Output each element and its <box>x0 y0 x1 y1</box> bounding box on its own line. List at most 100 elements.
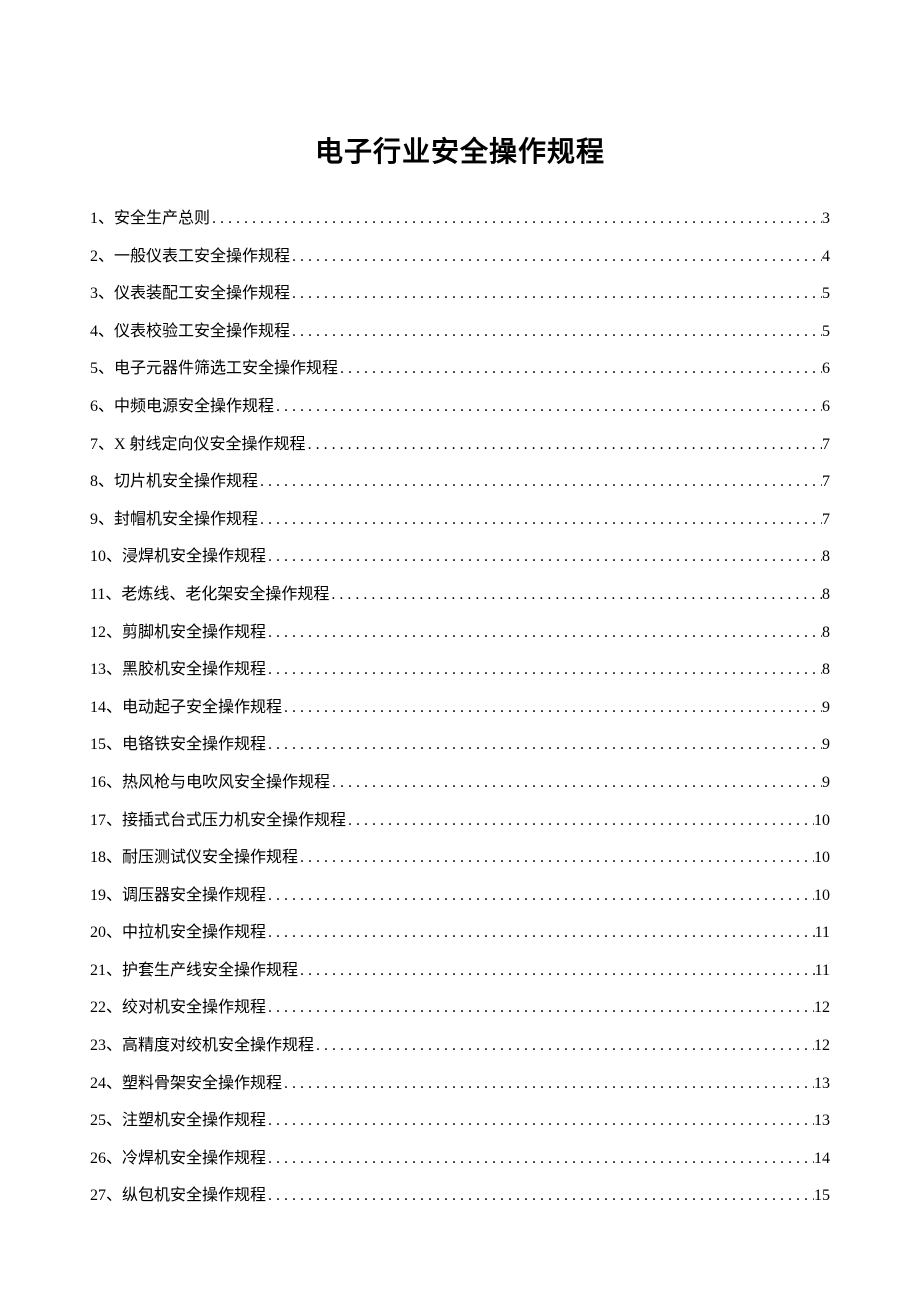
toc-entry-label: 21、护套生产线安全操作规程 <box>90 952 298 990</box>
toc-entry[interactable]: 9、封帽机安全操作规程 7 <box>90 501 830 539</box>
toc-entry-page: 10 <box>814 839 830 877</box>
toc-entry-page: 8 <box>822 538 830 576</box>
toc-leader-dots <box>266 989 814 1027</box>
toc-entry-label: 15、电铬铁安全操作规程 <box>90 726 266 764</box>
toc-entry-page: 12 <box>814 989 830 1027</box>
toc-entry-label: 27、纵包机安全操作规程 <box>90 1177 266 1215</box>
toc-entry-label: 19、调压器安全操作规程 <box>90 877 266 915</box>
toc-entry[interactable]: 23、高精度对绞机安全操作规程12 <box>90 1027 830 1065</box>
toc-entry-page: 9 <box>822 764 830 802</box>
toc-entry-label: 7、X 射线定向仪安全操作规程 <box>90 426 306 464</box>
toc-leader-dots <box>338 350 822 388</box>
toc-entry[interactable]: 16、热风枪与电吹风安全操作规程 9 <box>90 764 830 802</box>
toc-entry[interactable]: 25、注塑机安全操作规程13 <box>90 1102 830 1140</box>
toc-leader-dots <box>266 726 822 764</box>
toc-leader-dots <box>210 200 822 238</box>
toc-entry[interactable]: 15、电铬铁安全操作规程 9 <box>90 726 830 764</box>
toc-entry-label: 22、绞对机安全操作规程 <box>90 989 266 1027</box>
toc-leader-dots <box>266 651 822 689</box>
toc-entry[interactable]: 22、绞对机安全操作规程 12 <box>90 989 830 1027</box>
toc-leader-dots <box>266 914 815 952</box>
toc-entry[interactable]: 3、仪表装配工安全操作规程5 <box>90 275 830 313</box>
toc-leader-dots <box>329 576 822 614</box>
toc-entry[interactable]: 6、中频电源安全操作规程 6 <box>90 388 830 426</box>
toc-entry-label: 20、中拉机安全操作规程 <box>90 914 266 952</box>
toc-entry-label: 18、耐压测试仪安全操作规程 <box>90 839 298 877</box>
toc-leader-dots <box>266 1177 814 1215</box>
toc-entry-label: 6、中频电源安全操作规程 <box>90 388 274 426</box>
toc-entry[interactable]: 1、安全生产总则 3 <box>90 200 830 238</box>
toc-entry-label: 11、老炼线、老化架安全操作规程 <box>90 576 329 614</box>
toc-entry[interactable]: 4、仪表校验工安全操作规程 5 <box>90 313 830 351</box>
toc-leader-dots <box>266 614 822 652</box>
toc-entry[interactable]: 26、冷焊机安全操作规程 14 <box>90 1140 830 1178</box>
toc-leader-dots <box>330 764 822 802</box>
toc-leader-dots <box>346 802 814 840</box>
toc-leader-dots <box>266 1140 814 1178</box>
toc-leader-dots <box>266 877 814 915</box>
toc-leader-dots <box>290 313 822 351</box>
toc-entry-page: 13 <box>814 1102 830 1140</box>
toc-entry-page: 4 <box>822 238 830 276</box>
toc-leader-dots <box>258 463 822 501</box>
toc-entry[interactable]: 13、黑胶机安全操作规程8 <box>90 651 830 689</box>
toc-leader-dots <box>306 426 822 464</box>
toc-entry[interactable]: 17、接插式台式压力机安全操作规程 10 <box>90 802 830 840</box>
toc-entry-page: 10 <box>814 877 830 915</box>
toc-entry[interactable]: 5、电子元器件筛选工安全操作规程6 <box>90 350 830 388</box>
toc-entry[interactable]: 12、剪脚机安全操作规程8 <box>90 614 830 652</box>
toc-entry-label: 13、黑胶机安全操作规程 <box>90 651 266 689</box>
toc-entry-page: 11 <box>815 914 830 952</box>
toc-entry[interactable]: 7、X 射线定向仪安全操作规程 7 <box>90 426 830 464</box>
toc-entry-page: 9 <box>822 689 830 727</box>
toc-entry[interactable]: 18、耐压测试仪安全操作规程 10 <box>90 839 830 877</box>
toc-entry-page: 7 <box>822 463 830 501</box>
toc-entry-page: 5 <box>822 313 830 351</box>
toc-entry-label: 5、电子元器件筛选工安全操作规程 <box>90 350 338 388</box>
toc-entry-label: 23、高精度对绞机安全操作规程 <box>90 1027 314 1065</box>
toc-leader-dots <box>258 501 822 539</box>
toc-entry-page: 13 <box>814 1065 830 1103</box>
toc-leader-dots <box>298 952 815 990</box>
document-page: 电子行业安全操作规程 1、安全生产总则32、一般仪表工安全操作规程43、仪表装配… <box>0 0 920 1302</box>
toc-leader-dots <box>314 1027 814 1065</box>
toc-entry[interactable]: 14、电动起子安全操作规程 9 <box>90 689 830 727</box>
toc-leader-dots <box>282 1065 814 1103</box>
toc-entry-label: 8、切片机安全操作规程 <box>90 463 258 501</box>
toc-entry-page: 10 <box>814 802 830 840</box>
toc-entry-label: 17、接插式台式压力机安全操作规程 <box>90 802 346 840</box>
toc-entry[interactable]: 24、塑料骨架安全操作规程 13 <box>90 1065 830 1103</box>
toc-entry-page: 11 <box>815 952 830 990</box>
toc-entry[interactable]: 2、一般仪表工安全操作规程 4 <box>90 238 830 276</box>
toc-leader-dots <box>282 689 822 727</box>
toc-leader-dots <box>290 238 822 276</box>
toc-entry-page: 8 <box>822 614 830 652</box>
toc-entry-page: 7 <box>822 501 830 539</box>
toc-entry-page: 14 <box>814 1140 830 1178</box>
toc-entry-page: 9 <box>822 726 830 764</box>
toc-entry-label: 9、封帽机安全操作规程 <box>90 501 258 539</box>
toc-entry-label: 2、一般仪表工安全操作规程 <box>90 238 290 276</box>
toc-entry-page: 8 <box>822 576 830 614</box>
toc-entry-label: 3、仪表装配工安全操作规程 <box>90 275 290 313</box>
toc-entry-page: 3 <box>822 200 830 238</box>
toc-entry-label: 26、冷焊机安全操作规程 <box>90 1140 266 1178</box>
toc-leader-dots <box>290 275 822 313</box>
toc-entry[interactable]: 21、护套生产线安全操作规程 11 <box>90 952 830 990</box>
toc-entry-label: 10、浸焊机安全操作规程 <box>90 538 266 576</box>
table-of-contents: 1、安全生产总则32、一般仪表工安全操作规程43、仪表装配工安全操作规程54、仪… <box>90 200 830 1215</box>
toc-entry-label: 4、仪表校验工安全操作规程 <box>90 313 290 351</box>
toc-entry[interactable]: 8、切片机安全操作规程 7 <box>90 463 830 501</box>
toc-entry[interactable]: 10、浸焊机安全操作规程 8 <box>90 538 830 576</box>
toc-entry-label: 24、塑料骨架安全操作规程 <box>90 1065 282 1103</box>
toc-entry[interactable]: 11、老炼线、老化架安全操作规程 8 <box>90 576 830 614</box>
toc-entry-page: 7 <box>822 426 830 464</box>
toc-entry[interactable]: 19、调压器安全操作规程 10 <box>90 877 830 915</box>
toc-entry-label: 1、安全生产总则 <box>90 200 210 238</box>
toc-entry[interactable]: 27、纵包机安全操作规程15 <box>90 1177 830 1215</box>
toc-entry-page: 6 <box>822 388 830 426</box>
toc-entry-label: 14、电动起子安全操作规程 <box>90 689 282 727</box>
toc-leader-dots <box>274 388 822 426</box>
toc-entry[interactable]: 20、中拉机安全操作规程 11 <box>90 914 830 952</box>
toc-entry-label: 16、热风枪与电吹风安全操作规程 <box>90 764 330 802</box>
